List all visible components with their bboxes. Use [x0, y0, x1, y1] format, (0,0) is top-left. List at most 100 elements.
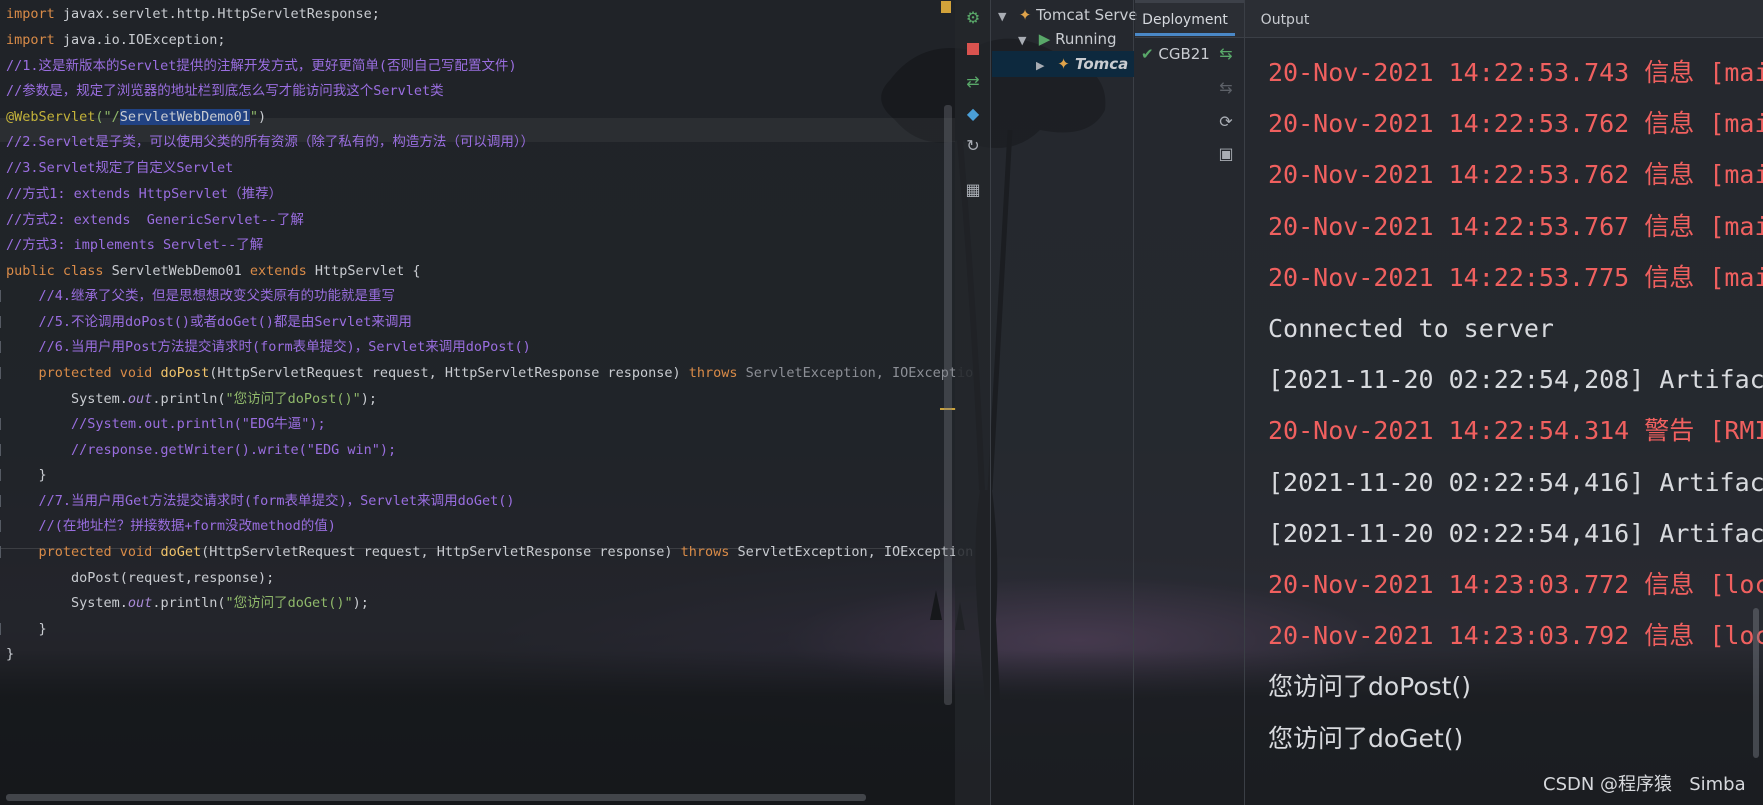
code-line[interactable]: //response.getWriter().write("EDG win");: [6, 439, 396, 461]
code-token: .println(: [152, 391, 226, 407]
update-app-icon[interactable]: ⇄: [963, 72, 983, 92]
code-line[interactable]: import javax.servlet.http.HttpServletRes…: [6, 3, 380, 25]
fold-marker-icon[interactable]: [0, 520, 6, 532]
fold-marker-icon[interactable]: [0, 367, 6, 379]
code-line[interactable]: System.out.println("您访问了doPost()");: [6, 388, 377, 410]
code-line[interactable]: //方式2: extends GenericServlet--了解: [6, 209, 304, 231]
code-token: "您访问了doPost()": [225, 391, 361, 407]
code-token: .println(: [152, 595, 226, 611]
code-token: HttpServlet {: [306, 263, 421, 279]
services-tree[interactable]: ▼ ✦ Tomcat Serve ▼ ▶ Running ▶ ✦ Tomca: [992, 0, 1138, 805]
code-line[interactable]: protected void doPost(HttpServletRequest…: [6, 362, 974, 384]
tree-item-tomcat-instance[interactable]: ▶ ✦ Tomca: [1036, 52, 1128, 76]
stop-icon[interactable]: [963, 40, 983, 60]
code-token: out: [127, 595, 153, 611]
fold-marker-icon[interactable]: [0, 444, 6, 456]
layout-icon[interactable]: ▦: [963, 180, 983, 200]
refresh-icon[interactable]: ↻: [963, 136, 983, 156]
add-artifact-icon[interactable]: ▣: [1216, 144, 1236, 164]
code-token: (HttpServletRequest request, HttpServlet…: [201, 544, 681, 560]
fold-marker-icon[interactable]: [0, 290, 6, 302]
warning-marker-icon[interactable]: [941, 1, 951, 13]
code-token: //4.继承了父类，但是思想想改变父类原有的功能就是重写: [6, 288, 396, 304]
undeploy-icon[interactable]: ⇆: [1216, 78, 1236, 98]
code-token: //6.当用户用Post方法提交请求时(form表单提交)，Servlet来调用…: [6, 339, 531, 355]
code-token: ServletWebDemo01: [119, 109, 250, 125]
fold-marker-icon[interactable]: [0, 495, 6, 507]
console-vertical-scrollbar[interactable]: [1753, 608, 1759, 758]
code-token: (HttpServletRequest request, HttpServlet…: [209, 365, 689, 381]
code-line[interactable]: protected void doGet(HttpServletRequest …: [6, 541, 974, 563]
code-line[interactable]: import java.io.IOException;: [6, 29, 225, 51]
code-token: protected void: [6, 365, 153, 381]
deployment-item-label: CGB21: [1158, 45, 1210, 63]
code-token: ServletWebDemo01: [103, 263, 250, 279]
console-line: 20-Nov-2021 14:22:53.743 信息 [mai: [1268, 58, 1763, 87]
code-line[interactable]: //方式3: implements Servlet--了解: [6, 234, 263, 256]
fold-marker-icon[interactable]: [0, 469, 6, 481]
code-token: System.: [6, 391, 128, 407]
code-token: //1.这是新版本的Servlet提供的注解开发方式，更好更简单(否则自己写配置…: [6, 58, 517, 74]
code-token: ServletException, IOException: [729, 544, 974, 560]
code-line[interactable]: //5.不论调用doPost()或者doGet()都是由Servlet来调用: [6, 311, 412, 333]
console-line: [2021-11-20 02:22:54,208] Artifac: [1268, 365, 1763, 395]
code-line[interactable]: //System.out.println("EDG牛逼");: [6, 413, 326, 435]
console-line: [2021-11-20 02:22:54,416] Artifac: [1268, 467, 1763, 497]
tree-item-label: Tomcat Serve: [1036, 6, 1138, 24]
tree-item-label: Running: [1055, 30, 1117, 48]
code-token: //3.Servlet规定了自定义Servlet: [6, 160, 234, 176]
fold-marker-icon[interactable]: [0, 341, 6, 353]
chevron-down-icon[interactable]: ▼: [998, 5, 1014, 29]
code-line[interactable]: public class ServletWebDemo01 extends Ht…: [6, 260, 421, 282]
fold-marker-icon[interactable]: [0, 418, 6, 430]
code-token: //7.当用户用Get方法提交请求时(form表单提交)，Servlet来调用d…: [6, 493, 515, 509]
code-line[interactable]: //方式1: extends HttpServlet（推荐）: [6, 183, 282, 205]
code-line[interactable]: @WebServlet("/ServletWebDemo01"): [6, 106, 266, 128]
code-line[interactable]: System.out.println("您访问了doGet()");: [6, 592, 369, 614]
code-line[interactable]: //4.继承了父类，但是思想想改变父类原有的功能就是重写: [6, 285, 396, 307]
tab-output[interactable]: Output: [1245, 4, 1325, 36]
code-line[interactable]: //1.这是新版本的Servlet提供的注解开发方式，更好更简单(否则自己写配置…: [6, 55, 517, 77]
console-output[interactable]: 20-Nov-2021 14:22:53.743 信息 [mai 20-Nov-2…: [1246, 38, 1763, 805]
tree-item-tomcat-server[interactable]: ▼ ✦ Tomcat Serve: [998, 3, 1138, 27]
tree-item-running[interactable]: ▼ ▶ Running: [1018, 27, 1117, 51]
console-line: 20-Nov-2021 14:23:03.792 信息 [loc: [1268, 621, 1763, 651]
deployment-item[interactable]: ✔ CGB21: [1141, 42, 1210, 66]
code-token: System.: [6, 595, 128, 611]
debug-icon[interactable]: ◆: [963, 104, 983, 124]
code-line[interactable]: }: [6, 464, 47, 486]
console-line: 20-Nov-2021 14:22:54.314 警告 [RMI: [1268, 416, 1763, 446]
editor-vertical-scrollbar[interactable]: [944, 105, 952, 705]
code-line[interactable]: //2.Servlet是子类，可以使用父类的所有资源（除了私有的，构造方法（可以…: [6, 131, 534, 153]
console-line: 20-Nov-2021 14:22:53.775 信息 [mai: [1268, 262, 1763, 292]
tab-deployment[interactable]: Deployment: [1135, 4, 1235, 36]
code-line[interactable]: //6.当用户用Post方法提交请求时(form表单提交)，Servlet来调用…: [6, 336, 531, 358]
code-line[interactable]: doPost(request,response);: [6, 567, 274, 589]
chevron-down-icon[interactable]: ▼: [1018, 29, 1034, 53]
code-token: //System.out.println("EDG牛逼");: [6, 416, 326, 432]
fold-marker-icon[interactable]: [0, 316, 6, 328]
code-line[interactable]: //(在地址栏？拼接数据+form没改method的值): [6, 515, 336, 537]
code-line[interactable]: //7.当用户用Get方法提交请求时(form表单提交)，Servlet来调用d…: [6, 490, 515, 512]
code-token: ("/: [95, 109, 120, 125]
deploy-icon[interactable]: ⇆: [1216, 44, 1236, 64]
code-line[interactable]: //3.Servlet规定了自定义Servlet: [6, 157, 233, 179]
console-line: Connected to server: [1268, 314, 1554, 343]
code-line[interactable]: }: [6, 643, 14, 665]
console-line: 您访问了doPost(): [1268, 672, 1471, 702]
console-line: [2021-11-20 02:22:54,416] Artifac: [1268, 518, 1763, 548]
editor-horizontal-scrollbar[interactable]: [6, 794, 866, 801]
code-line[interactable]: //参数是，规定了浏览器的地址栏到底怎么写才能访问我这个Servlet类: [6, 80, 444, 102]
code-token: //方式1: extends HttpServlet（推荐）: [6, 186, 283, 202]
tree-item-label: Tomca: [1075, 55, 1129, 73]
code-token: import: [6, 32, 55, 48]
code-line[interactable]: }: [6, 618, 47, 640]
code-editor[interactable]: import javax.servlet.http.HttpServletRes…: [0, 0, 973, 805]
fold-marker-icon[interactable]: [0, 623, 6, 635]
chevron-right-icon[interactable]: ▶: [1036, 54, 1052, 78]
tomcat-icon: ✦: [1018, 6, 1032, 24]
code-token: extends: [249, 263, 307, 279]
fold-marker-icon[interactable]: [0, 546, 6, 558]
rerun-icon[interactable]: ⚙: [963, 8, 983, 28]
redeploy-icon[interactable]: ⟳: [1216, 112, 1236, 132]
